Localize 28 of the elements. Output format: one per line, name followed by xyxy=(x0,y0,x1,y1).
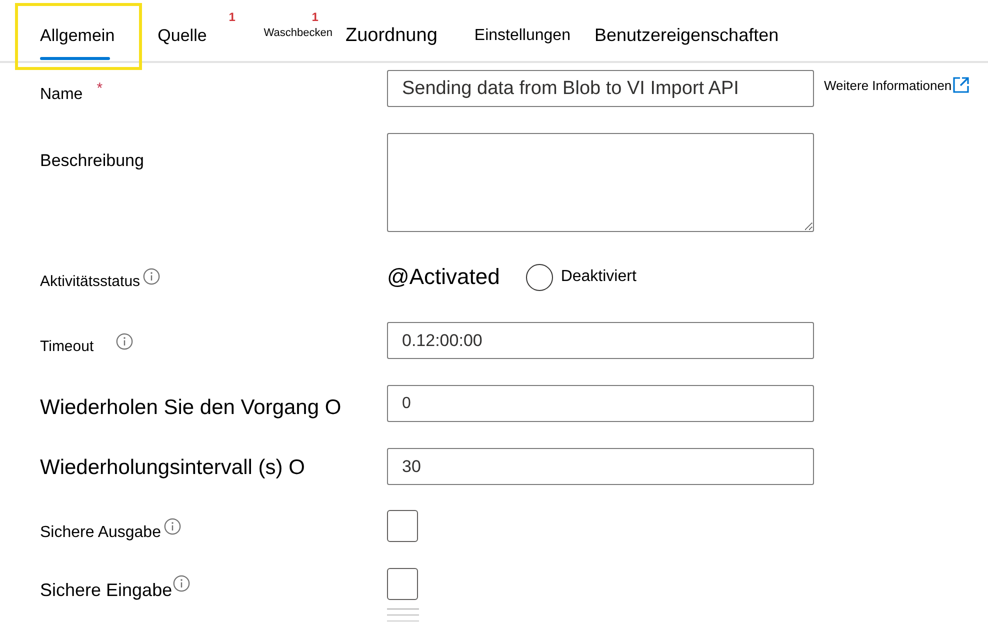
text-field[interactable]: Sending data from Blob to VI Import API xyxy=(387,70,814,107)
field-label: Aktivitätsstatus xyxy=(40,273,140,291)
field-label: Sichere Ausgabe xyxy=(40,523,161,542)
field-label: Timeout xyxy=(40,338,94,356)
more-info-link[interactable]: Weitere Informationen xyxy=(824,78,970,94)
field-label: Beschreibung xyxy=(40,151,144,172)
checkbox[interactable] xyxy=(387,568,418,600)
checkbox[interactable] xyxy=(387,510,418,542)
tab[interactable]: Zuordnung xyxy=(345,0,438,61)
error-count: 1 xyxy=(312,11,318,23)
tab[interactable]: Einstellungen xyxy=(474,0,570,61)
external-link-icon xyxy=(952,76,970,94)
radio-option[interactable]: Deaktiviert xyxy=(526,264,636,290)
tab[interactable]: Quelle xyxy=(158,0,207,61)
grip-lines-icon xyxy=(387,608,419,622)
field-label: Name xyxy=(40,84,83,104)
description-field[interactable] xyxy=(387,133,814,232)
text-field[interactable]: 0.12:00:00 xyxy=(387,322,814,359)
text-field[interactable]: 0 xyxy=(387,385,814,422)
error-count: 1 xyxy=(228,11,236,23)
field-label: Wiederholen Sie den Vorgang O xyxy=(40,394,342,420)
text-field[interactable]: 30 xyxy=(387,448,814,485)
field-label: Wiederholungsintervall (s) O xyxy=(40,454,305,480)
tab[interactable]: Allgemein xyxy=(40,0,115,61)
status-value: @Activated xyxy=(387,264,500,290)
required-mark: * xyxy=(96,80,103,96)
tab[interactable]: Benutzereigenschaften xyxy=(594,0,779,61)
field-label: Sichere Eingabe xyxy=(40,580,172,602)
